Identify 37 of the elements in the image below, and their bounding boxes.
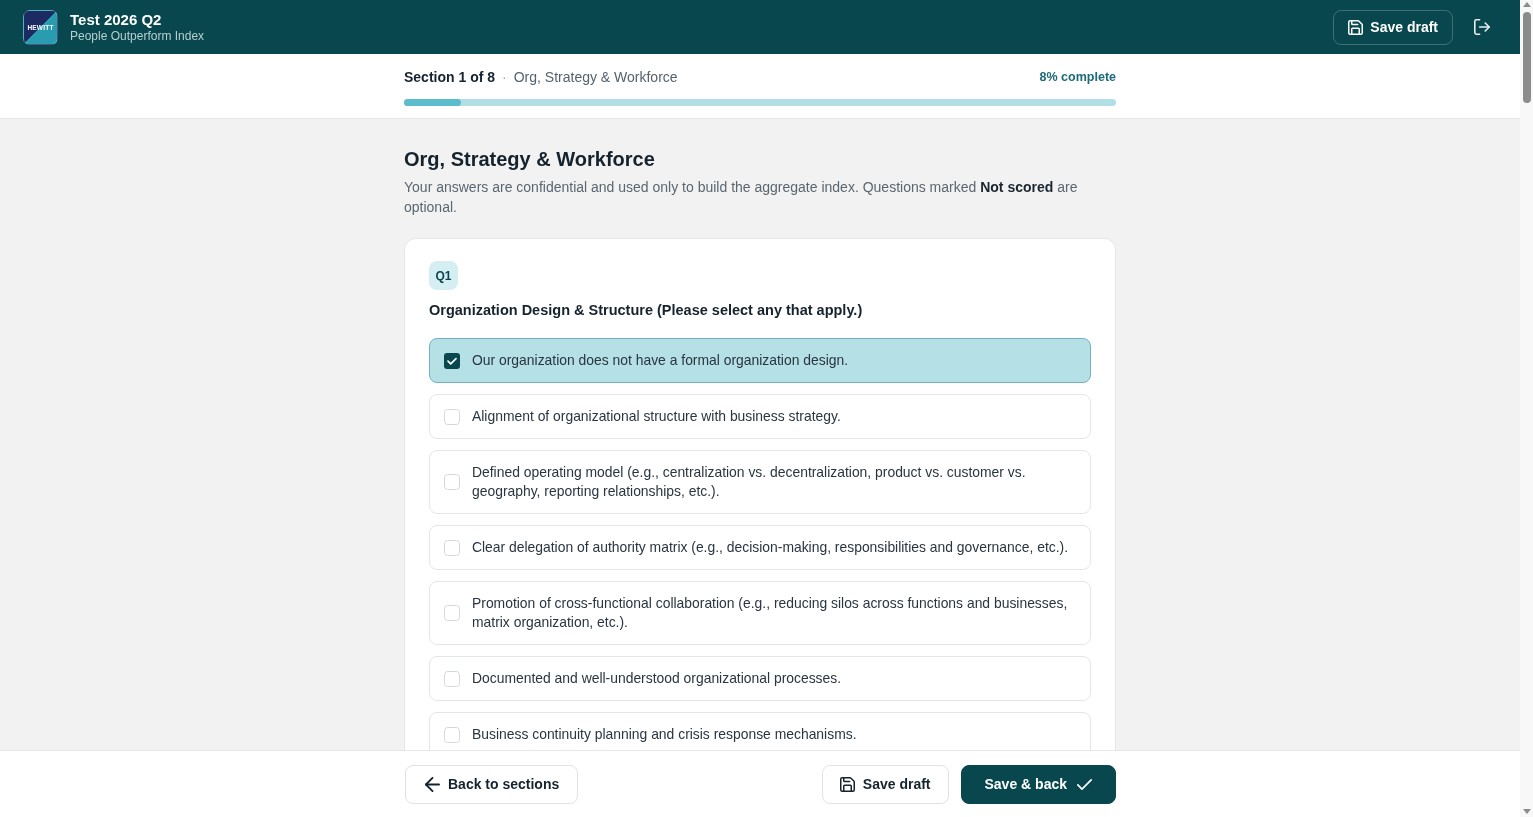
checkbox[interactable]	[444, 352, 460, 369]
answer-option[interactable]: Business continuity planning and crisis response mechanisms.	[429, 712, 1091, 750]
save-icon	[839, 776, 855, 792]
answer-option[interactable]: Our organization does not have a formal organization design.	[429, 338, 1091, 383]
question-number: Q1	[429, 261, 458, 290]
save-draft-button[interactable]: Save draft	[1333, 9, 1453, 45]
save-and-back-button[interactable]: Save & back	[960, 764, 1116, 804]
completion-text: 8% complete	[1039, 70, 1116, 84]
logout-icon[interactable]	[1474, 19, 1490, 35]
scrollbar[interactable]	[1520, 0, 1533, 817]
save-draft-button[interactable]: Save draft	[821, 764, 949, 804]
answer-option[interactable]: Documented and well-understood organizational processes.	[429, 656, 1091, 701]
survey-subtitle: People Outperform Index	[70, 28, 205, 44]
back-to-sections-button[interactable]: Back to sections	[405, 764, 579, 804]
checkbox[interactable]	[444, 726, 460, 743]
checkbox[interactable]	[444, 670, 460, 687]
checkbox[interactable]	[444, 605, 460, 621]
survey-title: Test 2026 Q2	[70, 10, 163, 29]
intro-text: Your answers are confidential and used only to build the aggregate index. Questions marked Not scored are optional.	[404, 178, 1079, 217]
question-title: Organization Design & Structure (Please select any that apply.)	[429, 301, 864, 320]
answer-option[interactable]: Alignment of organizational structure with business strategy.	[429, 394, 1091, 439]
section-counter: Section 1 of 8	[404, 69, 496, 85]
scrollbar-thumb[interactable]	[1522, 12, 1531, 103]
answer-option[interactable]: Defined operating model (e.g., centralization vs. decentralization, product vs. customer vs. geography, reporting relationships, etc.).	[429, 450, 1091, 514]
arrow-left-icon	[425, 776, 440, 792]
section-name: Org, Strategy & Workforce	[513, 69, 678, 85]
section-heading: Org, Strategy & Workforce	[404, 147, 656, 172]
answer-option[interactable]: Clear delegation of authority matrix (e.g., decision-making, responsibilities and governance, etc.).	[429, 525, 1091, 570]
separator-dot: ·	[502, 69, 507, 85]
answer-option[interactable]: Promotion of cross-functional collaboration (e.g., reducing silos across functions and businesses, matrix organization, etc.).	[429, 581, 1091, 645]
checkbox[interactable]	[444, 539, 460, 556]
checkbox[interactable]	[444, 474, 460, 490]
checkbox[interactable]	[444, 408, 460, 425]
save-icon	[1348, 19, 1364, 35]
check-icon	[1077, 776, 1092, 792]
down-triangle-icon[interactable]	[1522, 809, 1531, 814]
up-triangle-icon[interactable]	[1522, 2, 1531, 7]
